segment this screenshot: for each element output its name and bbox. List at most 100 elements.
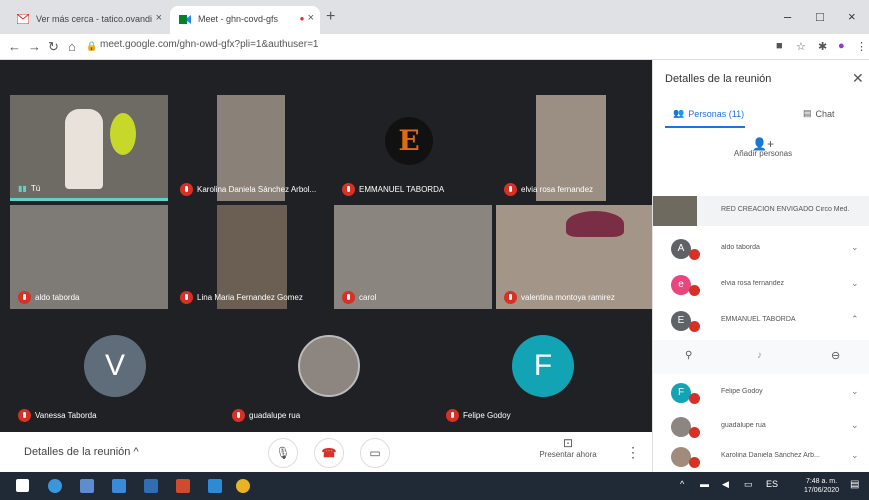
participant-row[interactable]: F Felipe Godoy ⌄ <box>653 378 869 408</box>
volume-icon[interactable]: ◀ <box>722 479 729 490</box>
edge-icon[interactable] <box>48 479 62 493</box>
video-tile[interactable]: valentina montoya ramirez <box>496 205 652 309</box>
photos-icon[interactable] <box>144 479 158 493</box>
menu-icon[interactable]: ⋮ <box>856 40 867 53</box>
participant-row[interactable]: e elvia rosa fernandez ⌄ <box>653 270 869 300</box>
chat-icon: ▤ <box>803 108 812 118</box>
home-icon[interactable]: ⌂ <box>68 39 76 54</box>
participant-name: ▮▮ Tú <box>18 184 41 193</box>
present-screen-icon: ⊡ <box>562 436 574 450</box>
mic-off-icon <box>689 249 700 260</box>
participant-name: aldo taborda <box>18 291 79 304</box>
leave-call-button[interactable]: ☎ <box>314 438 344 468</box>
camera-button[interactable]: ▭ <box>360 438 390 468</box>
reload-icon[interactable]: ↻ <box>48 39 59 55</box>
network-icon[interactable]: ▬ <box>700 479 709 489</box>
more-options-icon[interactable]: ⋮ <box>626 444 640 461</box>
tab-people[interactable]: 👥 Personas (11) <box>673 108 744 119</box>
back-icon[interactable]: ← <box>8 39 21 54</box>
forward-icon[interactable]: → <box>28 39 41 54</box>
mail-icon[interactable] <box>112 479 126 493</box>
participant-figure <box>65 109 103 189</box>
chevron-up-icon[interactable]: ⌃ <box>851 314 859 325</box>
video-tile[interactable]: V Vanessa Taborda <box>10 315 220 427</box>
add-person-icon: 👤+ <box>752 137 774 151</box>
participant-row[interactable]: Karolina Daniela Sánchez Arb... ⌄ <box>653 442 869 472</box>
participant-row[interactable]: RED CREACIÓN ENVIGADO Circo Med... <box>653 196 869 226</box>
chevron-up-icon: ^ <box>133 446 139 458</box>
mute-icon[interactable]: ♪ <box>757 350 762 361</box>
video-tile[interactable]: ▮▮ Tú <box>10 95 168 201</box>
meeting-details-button[interactable]: Detalles de la reunión ^ <box>24 446 139 458</box>
video-tile[interactable]: E EMMANUEL TABORDA <box>334 95 492 201</box>
add-people-button[interactable]: 👤+ Añadir personas <box>733 137 793 158</box>
video-tile[interactable]: aldo taborda <box>10 205 168 309</box>
gmail-icon <box>16 13 30 25</box>
extensions-icon[interactable]: ✱ <box>818 40 827 53</box>
microphone-button[interactable]: 🎙 <box>268 438 298 468</box>
camera-icon: ▭ <box>369 446 381 460</box>
language-icon[interactable]: ES <box>766 479 778 489</box>
maximize-icon[interactable]: □ <box>816 9 824 24</box>
tab-title: Meet - ghn-covd-gfs <box>198 14 279 24</box>
chevron-down-icon[interactable]: ⌄ <box>851 386 859 397</box>
new-tab-icon[interactable]: + <box>326 8 335 26</box>
participant-avatar: A <box>671 239 691 259</box>
mic-off-icon <box>18 291 31 304</box>
chevron-down-icon[interactable]: ⌄ <box>851 450 859 461</box>
minimize-icon[interactable]: – <box>784 9 791 24</box>
video-tile[interactable]: Lina Maria Fernandez Gomez <box>172 205 330 309</box>
video-tile[interactable]: carol <box>334 205 492 309</box>
chrome-icon[interactable] <box>236 479 250 493</box>
office-icon[interactable] <box>176 479 190 493</box>
clock[interactable]: 7:48 a. m. 17/06/2020 <box>804 477 839 495</box>
close-tab-icon[interactable]: ● × <box>300 12 314 24</box>
notifications-icon[interactable]: ▤ <box>850 479 859 490</box>
participant-row[interactable]: A aldo taborda ⌄ <box>653 234 869 264</box>
participant-name: Felipe Godoy <box>446 409 511 422</box>
camera-permission-icon[interactable]: ■ <box>776 40 783 52</box>
browser-tab-meet[interactable]: Meet - ghn-covd-gfs ● × <box>170 6 320 34</box>
address-bar[interactable]: meet.google.com/ghn-owd-gfx?pli=1&authus… <box>100 39 318 50</box>
tab-chat[interactable]: ▤ Chat <box>803 108 835 119</box>
mic-off-icon <box>689 427 700 438</box>
mic-off-icon <box>689 457 700 468</box>
profile-icon[interactable]: ● <box>838 40 845 52</box>
recording-dot-icon: ● <box>299 14 305 23</box>
participant-name: guadalupe rua <box>232 409 300 422</box>
mic-off-icon <box>689 393 700 404</box>
remove-icon[interactable]: ⊖ <box>831 349 840 362</box>
close-window-icon[interactable]: × <box>848 9 856 24</box>
present-now-button[interactable]: ⊡ Presentar ahora <box>528 436 608 459</box>
video-tile[interactable]: guadalupe rua <box>224 315 434 427</box>
participant-photo <box>671 417 691 437</box>
tray-chevron-icon[interactable]: ^ <box>680 479 684 489</box>
pin-icon[interactable]: ⚲ <box>685 350 692 361</box>
participant-row[interactable]: E EMMANUEL TABORDA ⌃ <box>653 306 869 336</box>
hang-up-icon: ☎ <box>321 446 337 460</box>
video-tile[interactable]: F Felipe Godoy <box>438 315 652 427</box>
participant-avatar: V <box>84 335 146 397</box>
video-tile[interactable]: elvia rosa fernandez <box>496 95 652 201</box>
participant-row[interactable]: guadalupe rua ⌄ <box>653 412 869 442</box>
start-icon[interactable] <box>16 479 29 492</box>
active-tab-indicator <box>665 126 745 128</box>
meeting-stage: ▮▮ Tú Karolina Daniela Sánchez Arbol... E… <box>0 60 652 432</box>
meet-icon <box>179 14 191 25</box>
browser-tab-gmail[interactable]: Ver más cerca - tatico.ovandi × <box>8 6 168 34</box>
video-tile[interactable]: Karolina Daniela Sánchez Arbol... <box>172 95 330 201</box>
chevron-down-icon[interactable]: ⌄ <box>851 242 859 253</box>
close-tab-icon[interactable]: × <box>156 12 162 24</box>
media-icon[interactable] <box>208 479 222 493</box>
lock-icon: 🔒 <box>86 41 98 51</box>
participant-photo <box>653 196 697 226</box>
participant-avatar: e <box>671 275 691 295</box>
chevron-down-icon[interactable]: ⌄ <box>851 420 859 431</box>
store-icon[interactable] <box>80 479 94 493</box>
battery-icon[interactable]: ▭ <box>744 479 753 490</box>
mic-off-icon <box>504 291 517 304</box>
star-icon[interactable]: ☆ <box>796 40 806 53</box>
chevron-down-icon[interactable]: ⌄ <box>851 278 859 289</box>
close-panel-icon[interactable]: ✕ <box>852 70 864 87</box>
participant-photo <box>298 335 360 397</box>
